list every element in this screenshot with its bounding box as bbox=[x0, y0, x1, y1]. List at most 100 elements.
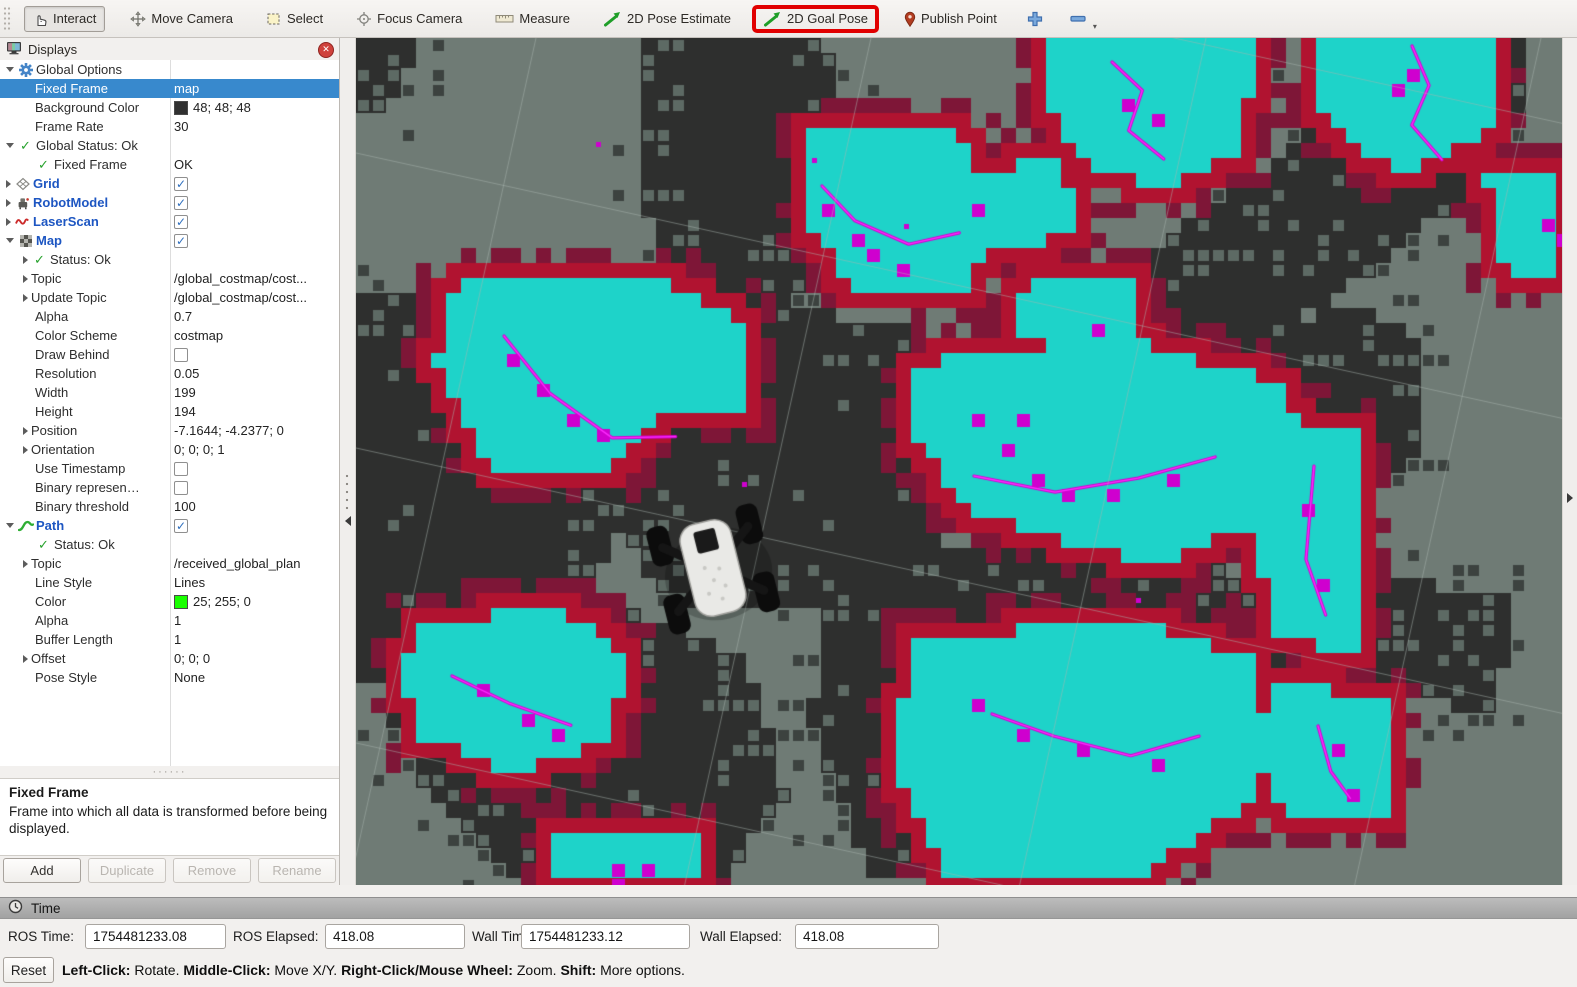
tool-button-add-tool[interactable] bbox=[1022, 6, 1048, 32]
expander-right-icon[interactable] bbox=[23, 560, 28, 568]
expander-right-icon[interactable] bbox=[23, 275, 28, 283]
tree-row-frame-rate[interactable]: Frame Rate30 bbox=[0, 117, 339, 136]
expander-right-icon[interactable] bbox=[6, 218, 11, 226]
tree-row-robotmodel[interactable]: RobotModel✓ bbox=[0, 193, 339, 212]
tool-button-2d-pose-estimate[interactable]: 2D Pose Estimate bbox=[595, 7, 739, 31]
tree-row-pose-style[interactable]: Pose StyleNone bbox=[0, 668, 339, 687]
expander-right-icon[interactable] bbox=[23, 294, 28, 302]
tool-button-focus-camera[interactable]: Focus Camera bbox=[348, 7, 470, 31]
property-value[interactable]: /received_global_plan bbox=[174, 556, 300, 571]
tree-row-fixed-frame[interactable]: ✓Fixed FrameOK bbox=[0, 155, 339, 174]
tree-row-status-ok[interactable]: ✓Status: Ok bbox=[0, 250, 339, 269]
property-value[interactable]: 1 bbox=[174, 632, 181, 647]
reset-button[interactable]: Reset bbox=[3, 957, 54, 983]
tree-row-fixed-frame[interactable]: Fixed Framemap bbox=[0, 79, 339, 98]
enable-checkbox[interactable]: ✓ bbox=[174, 196, 188, 210]
tree-row-width[interactable]: Width199 bbox=[0, 383, 339, 402]
expander-down-icon[interactable] bbox=[6, 143, 14, 148]
property-value[interactable]: -7.1644; -4.2377; 0 bbox=[174, 423, 284, 438]
color-swatch[interactable] bbox=[174, 595, 188, 609]
property-value[interactable]: /global_costmap/cost... bbox=[174, 271, 307, 286]
expander-right-icon[interactable] bbox=[6, 180, 11, 188]
property-value[interactable]: OK bbox=[174, 157, 193, 172]
tree-row-topic[interactable]: Topic/global_costmap/cost... bbox=[0, 269, 339, 288]
left-dock-splitter[interactable] bbox=[340, 38, 356, 885]
property-value[interactable]: 0; 0; 0 bbox=[174, 651, 210, 666]
property-value[interactable]: 1 bbox=[174, 613, 181, 628]
tree-row-color[interactable]: Color25; 255; 0 bbox=[0, 592, 339, 611]
tool-button-measure[interactable]: Measure bbox=[487, 7, 578, 30]
property-value[interactable]: 0.05 bbox=[174, 366, 199, 381]
tool-button-publish-point[interactable]: Publish Point bbox=[896, 7, 1005, 31]
property-value[interactable]: /global_costmap/cost... bbox=[174, 290, 307, 305]
enable-checkbox[interactable]: ✓ bbox=[174, 215, 188, 229]
expander-right-icon[interactable] bbox=[23, 655, 28, 663]
tree-row-status-ok[interactable]: ✓Status: Ok bbox=[0, 535, 339, 554]
tree-row-position[interactable]: Position-7.1644; -4.2377; 0 bbox=[0, 421, 339, 440]
time-field-input-1[interactable] bbox=[325, 924, 465, 949]
enable-checkbox[interactable] bbox=[174, 481, 188, 495]
collapse-right-arrow-icon[interactable] bbox=[1567, 493, 1573, 503]
tool-button-move-camera[interactable]: Move Camera bbox=[122, 7, 241, 31]
tree-row-binary-represen[interactable]: Binary represen… bbox=[0, 478, 339, 497]
tree-row-background-color[interactable]: Background Color48; 48; 48 bbox=[0, 98, 339, 117]
expander-down-icon[interactable] bbox=[6, 238, 14, 243]
tool-button-interact[interactable]: Interact bbox=[24, 6, 105, 32]
enable-checkbox[interactable]: ✓ bbox=[174, 519, 188, 533]
close-panel-button[interactable]: ✕ bbox=[318, 42, 334, 58]
tree-row-color-scheme[interactable]: Color Schemecostmap bbox=[0, 326, 339, 345]
expander-right-icon[interactable] bbox=[6, 199, 11, 207]
tree-row-alpha[interactable]: Alpha1 bbox=[0, 611, 339, 630]
property-value[interactable]: None bbox=[174, 670, 205, 685]
property-value[interactable]: 0.7 bbox=[174, 309, 192, 324]
right-dock-splitter[interactable] bbox=[1562, 38, 1577, 885]
property-value[interactable]: 25; 255; 0 bbox=[193, 594, 251, 609]
add-button[interactable]: Add bbox=[3, 858, 81, 883]
tree-row-buffer-length[interactable]: Buffer Length1 bbox=[0, 630, 339, 649]
expander-right-icon[interactable] bbox=[23, 427, 28, 435]
collapse-left-arrow-icon[interactable] bbox=[345, 516, 351, 526]
toolbar-drag-handle[interactable] bbox=[3, 6, 12, 32]
tree-row-use-timestamp[interactable]: Use Timestamp bbox=[0, 459, 339, 478]
tree-row-global-options[interactable]: Global Options bbox=[0, 60, 339, 79]
enable-checkbox[interactable]: ✓ bbox=[174, 177, 188, 191]
tree-row-update-topic[interactable]: Update Topic/global_costmap/cost... bbox=[0, 288, 339, 307]
tree-row-line-style[interactable]: Line StyleLines bbox=[0, 573, 339, 592]
tree-row-offset[interactable]: Offset0; 0; 0 bbox=[0, 649, 339, 668]
expander-down-icon[interactable] bbox=[6, 523, 14, 528]
tree-row-binary-threshold[interactable]: Binary threshold100 bbox=[0, 497, 339, 516]
tree-row-orientation[interactable]: Orientation0; 0; 0; 1 bbox=[0, 440, 339, 459]
tree-row-map[interactable]: Map✓ bbox=[0, 231, 339, 250]
property-value[interactable]: 48; 48; 48 bbox=[193, 100, 251, 115]
tool-dropdown-caret-icon[interactable]: ▾ bbox=[1093, 22, 1097, 31]
enable-checkbox[interactable] bbox=[174, 462, 188, 476]
time-field-input-2[interactable] bbox=[521, 924, 690, 949]
tree-row-draw-behind[interactable]: Draw Behind bbox=[0, 345, 339, 364]
time-field-input-0[interactable] bbox=[85, 924, 226, 949]
property-value[interactable]: 100 bbox=[174, 499, 196, 514]
enable-checkbox[interactable] bbox=[174, 348, 188, 362]
property-value[interactable]: Lines bbox=[174, 575, 205, 590]
tool-button-remove-tool[interactable]: ▾ bbox=[1065, 10, 1091, 28]
tree-row-laserscan[interactable]: LaserScan✓ bbox=[0, 212, 339, 231]
color-swatch[interactable] bbox=[174, 101, 188, 115]
3d-viewport[interactable] bbox=[356, 38, 1562, 885]
expander-right-icon[interactable] bbox=[23, 256, 28, 264]
tree-row-resolution[interactable]: Resolution0.05 bbox=[0, 364, 339, 383]
tool-button-select[interactable]: Select bbox=[258, 7, 331, 31]
property-value[interactable]: 0; 0; 0; 1 bbox=[174, 442, 225, 457]
expander-right-icon[interactable] bbox=[23, 446, 28, 454]
tree-row-grid[interactable]: Grid✓ bbox=[0, 174, 339, 193]
tool-button-2d-goal-pose[interactable]: 2D Goal Pose bbox=[752, 5, 879, 33]
property-value[interactable]: 194 bbox=[174, 404, 196, 419]
property-value[interactable]: map bbox=[174, 81, 199, 96]
expander-down-icon[interactable] bbox=[6, 67, 14, 72]
property-value[interactable]: 199 bbox=[174, 385, 196, 400]
tree-row-height[interactable]: Height194 bbox=[0, 402, 339, 421]
time-field-input-3[interactable] bbox=[795, 924, 939, 949]
tree-row-topic[interactable]: Topic/received_global_plan bbox=[0, 554, 339, 573]
property-value[interactable]: 30 bbox=[174, 119, 188, 134]
enable-checkbox[interactable]: ✓ bbox=[174, 234, 188, 248]
property-value[interactable]: costmap bbox=[174, 328, 223, 343]
tree-row-global-status-ok[interactable]: ✓Global Status: Ok bbox=[0, 136, 339, 155]
